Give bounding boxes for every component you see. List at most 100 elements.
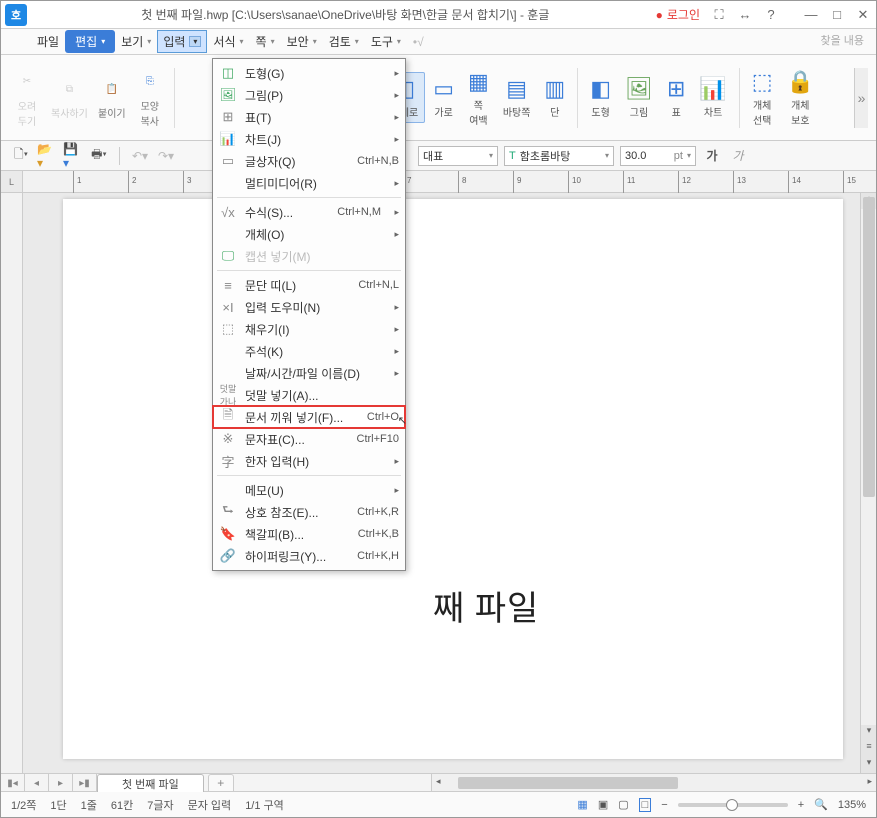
- zoom-value[interactable]: 135%: [838, 799, 866, 811]
- ribbon-table[interactable]: ⊞ 표: [661, 73, 691, 122]
- status-region: 1/1 구역: [245, 797, 284, 813]
- prev-page-icon[interactable]: ≡: [861, 741, 876, 757]
- view-mode3-icon[interactable]: ▢: [618, 798, 628, 811]
- ribbon-cover[interactable]: ▤ 바탕쪽: [497, 73, 537, 122]
- menu-tools[interactable]: 도구▾: [365, 30, 407, 53]
- redo-icon[interactable]: ↷▾: [156, 146, 176, 166]
- undo-icon[interactable]: ↶▾: [130, 146, 150, 166]
- zoom-out-button[interactable]: −: [661, 799, 667, 811]
- menu-comment[interactable]: 주석(K)▸: [213, 340, 405, 362]
- menu-input[interactable]: 입력▾: [157, 30, 207, 53]
- ribbon-column[interactable]: ▥ 단: [538, 73, 571, 122]
- ribbon-obj-select[interactable]: ⬚ 개체 선택: [746, 66, 779, 130]
- add-tab-button[interactable]: +: [208, 774, 234, 792]
- menu-extra[interactable]: •√: [407, 32, 430, 52]
- menu-hanja[interactable]: 字한자 입력(H)▸: [213, 450, 405, 472]
- fit-icon[interactable]: ↔: [736, 7, 754, 23]
- menu-overtype[interactable]: 덧말가나덧말 넣기(A)...: [213, 384, 405, 406]
- menu-bookmark[interactable]: 🔖책갈피(B)...Ctrl+K,B: [213, 523, 405, 545]
- menu-chart[interactable]: 📊차트(J)▸: [213, 128, 405, 150]
- scroll-left-arrow-icon[interactable]: ◂: [436, 776, 441, 787]
- print-icon[interactable]: 🖶▾: [89, 146, 109, 166]
- menu-memo[interactable]: 메모(U)▸: [213, 479, 405, 501]
- ribbon-copy[interactable]: ⧉ 복사하기: [47, 73, 92, 122]
- new-doc-icon[interactable]: 🗋▾: [11, 146, 31, 166]
- menu-crossref[interactable]: ⮑상호 참조(E)...Ctrl+K,R: [213, 501, 405, 523]
- menu-equation[interactable]: √x수식(S)...Ctrl+N,M▸: [213, 201, 405, 223]
- menu-hyperlink[interactable]: 🔗하이퍼링크(Y)...Ctrl+K,H: [213, 545, 405, 567]
- open-icon[interactable]: 📂▾: [37, 146, 57, 166]
- menu-page[interactable]: 쪽▾: [250, 30, 281, 53]
- menu-shape[interactable]: ◫도형(G)▸: [213, 62, 405, 84]
- ribbon-obj-protect[interactable]: 🔒 개체 보호: [781, 66, 820, 130]
- ribbon-margin[interactable]: ▦ 쪽 여백: [462, 66, 495, 130]
- italic-button[interactable]: 가: [728, 146, 748, 166]
- menu-file[interactable]: 파일: [31, 30, 65, 53]
- zoom-slider[interactable]: [678, 803, 788, 807]
- close-button[interactable]: ✕: [854, 7, 872, 23]
- zoom-fit-icon[interactable]: 🔍: [814, 798, 828, 811]
- maximize-button[interactable]: □: [828, 7, 846, 23]
- status-mode: 문자 입력: [188, 797, 232, 813]
- menu-format[interactable]: 서식▾: [207, 30, 249, 53]
- view-mode4-icon[interactable]: □: [639, 798, 652, 812]
- zoom-knob[interactable]: [726, 799, 738, 811]
- scroll-thumb[interactable]: [863, 197, 875, 497]
- picture-icon: 🖼: [625, 76, 653, 102]
- ribbon-cut[interactable]: ✂ 오려 두기: [9, 66, 45, 130]
- ribbon-picture[interactable]: 🖼 그림: [619, 73, 659, 122]
- save-icon[interactable]: 💾▾: [63, 146, 83, 166]
- login-button[interactable]: 로그인: [656, 6, 700, 23]
- document-page[interactable]: [63, 199, 843, 759]
- menu-sectionbreak[interactable]: ≡문단 띠(L)Ctrl+N,L: [213, 274, 405, 296]
- menu-table[interactable]: ⊞표(T)▸: [213, 106, 405, 128]
- document-tab[interactable]: 첫 번째 파일: [97, 774, 204, 792]
- shape-icon: ◫: [219, 64, 237, 82]
- menu-textbox[interactable]: ▭글상자(Q)Ctrl+N,B: [213, 150, 405, 172]
- ribbon-shape[interactable]: ◧ 도형: [584, 73, 617, 122]
- scroll-down-arrow-icon[interactable]: ▾: [861, 725, 876, 741]
- expand-icon[interactable]: ⛶: [710, 7, 728, 23]
- view-mode1-icon[interactable]: ▦: [577, 798, 587, 811]
- style-combo[interactable]: 대표▾: [418, 146, 498, 166]
- help-icon[interactable]: ?: [762, 7, 780, 23]
- menu-input-helper[interactable]: ×I입력 도우미(N)▸: [213, 296, 405, 318]
- caption-icon: 🖵: [219, 247, 237, 265]
- margin-icon: ▦: [468, 69, 489, 95]
- tab-nav-first[interactable]: ▮◂: [1, 774, 25, 792]
- scroll-right-arrow-icon[interactable]: ▸: [867, 776, 872, 787]
- ribbon-paste[interactable]: 📋 붙이기: [94, 73, 130, 122]
- ribbon-format-copy[interactable]: ⎘ 모양 복사: [132, 66, 168, 130]
- ribbon-horizontal[interactable]: ▭ 가로: [427, 73, 460, 122]
- document-viewport[interactable]: 째 파일: [23, 193, 860, 773]
- minimize-button[interactable]: —: [802, 7, 820, 23]
- vertical-scrollbar[interactable]: ▴ ▾ ≡ ▾: [860, 193, 876, 773]
- view-mode2-icon[interactable]: ▣: [598, 798, 608, 811]
- menu-datetime[interactable]: 날짜/시간/파일 이름(D)▸: [213, 362, 405, 384]
- font-size-combo[interactable]: 30.0pt▾: [620, 146, 696, 166]
- hscroll-thumb[interactable]: [458, 777, 678, 789]
- bold-button[interactable]: 가: [702, 146, 722, 166]
- menu-multimedia[interactable]: 멀티미디어(R)▸: [213, 172, 405, 194]
- menu-review[interactable]: 검토▾: [323, 30, 365, 53]
- ribbon-chart[interactable]: 📊 차트: [693, 73, 732, 122]
- menu-view[interactable]: 보기▾: [115, 30, 157, 53]
- menu-picture[interactable]: 🖼그림(P)▸: [213, 84, 405, 106]
- menu-security[interactable]: 보안▾: [281, 30, 323, 53]
- zoom-in-button[interactable]: +: [798, 799, 804, 811]
- font-combo[interactable]: T함초롬바탕▾: [504, 146, 614, 166]
- next-page-icon[interactable]: ▾: [861, 757, 876, 773]
- search-box[interactable]: 찾을 내용: [820, 32, 864, 48]
- horizontal-scrollbar[interactable]: ◂ ▸: [431, 774, 876, 791]
- menu-insert-document[interactable]: 🗎 문서 끼워 넣기(F)... Ctrl+O ↖: [213, 406, 405, 428]
- menu-fill[interactable]: ⬚채우기(I)▸: [213, 318, 405, 340]
- menu-object[interactable]: 개체(O)▸: [213, 223, 405, 245]
- menu-edit[interactable]: 편집▾: [65, 30, 115, 53]
- tab-row: ▮◂ ◂ ▸ ▸▮ 첫 번째 파일 + ◂ ▸: [1, 773, 876, 791]
- menu-chartable[interactable]: ※문자표(C)...Ctrl+F10: [213, 428, 405, 450]
- tab-nav-next[interactable]: ▸: [49, 774, 73, 792]
- tab-nav-last[interactable]: ▸▮: [73, 774, 97, 792]
- ribbon-scroll-right[interactable]: »: [854, 68, 868, 128]
- quick-access-bar: 🗋▾ 📂▾ 💾▾ 🖶▾ ↶▾ ↷▾ 대표▾ T함초롬바탕▾ 30.0pt▾ 가 …: [1, 141, 876, 171]
- tab-nav-prev[interactable]: ◂: [25, 774, 49, 792]
